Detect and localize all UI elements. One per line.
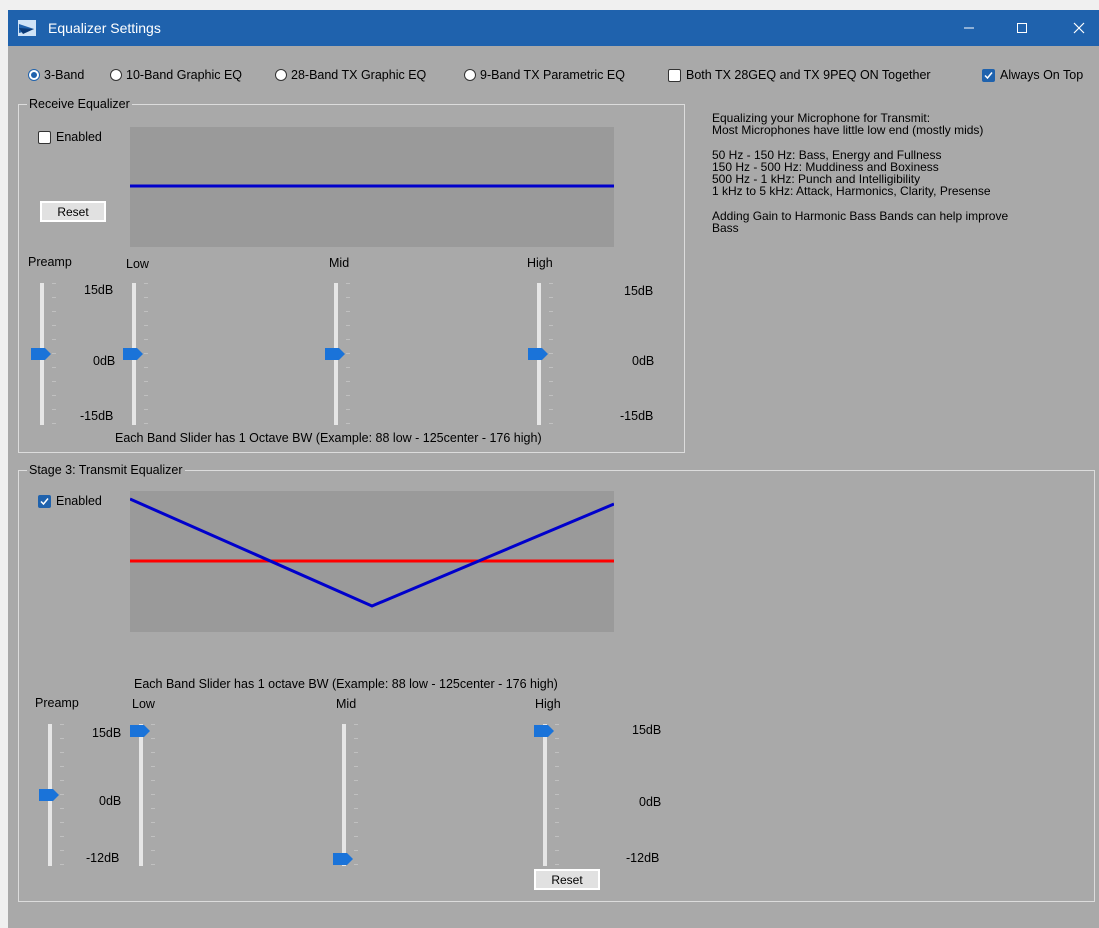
receive-preamp-slider[interactable] — [30, 283, 60, 425]
transmit-high-label: High — [535, 697, 561, 711]
radio-9-band-tx-parametric-eq[interactable]: 9-Band TX Parametric EQ — [464, 68, 625, 82]
equalizer-window: Equalizer Settings 3-Band 10-Band Graphi… — [8, 10, 1099, 928]
transmit-enabled-checkbox[interactable]: Enabled — [38, 494, 102, 508]
slider-thumb[interactable] — [324, 347, 346, 361]
info-line: 1 kHz to 5 kHz: Attack, Harmonics, Clari… — [712, 184, 991, 198]
checkbox-always-on-top[interactable]: Always On Top — [982, 68, 1083, 82]
radio-label: 28-Band TX Graphic EQ — [291, 68, 427, 82]
transmit-preamp-slider[interactable] — [38, 724, 68, 866]
slider-thumb[interactable] — [30, 347, 52, 361]
slider-track[interactable] — [342, 724, 346, 866]
radio-28-band-tx-graphic-eq[interactable]: 28-Band TX Graphic EQ — [275, 68, 426, 82]
slider-thumb[interactable] — [332, 852, 354, 866]
transmit-right-scale-mid: 0dB — [639, 795, 662, 809]
transmit-bandwidth-note: Each Band Slider has 1 octave BW (Exampl… — [134, 677, 558, 691]
window-title: Equalizer Settings — [48, 20, 161, 36]
receive-right-scale-bottom: -15dB — [620, 409, 654, 423]
checkbox-indicator[interactable] — [38, 494, 51, 508]
radio-indicator[interactable] — [275, 69, 287, 81]
radio-label: 3-Band — [44, 68, 85, 82]
slider-thumb[interactable] — [527, 347, 549, 361]
slider-ticks — [60, 724, 64, 866]
slider-ticks — [354, 724, 358, 866]
slider-ticks — [346, 283, 350, 425]
maximize-button[interactable] — [999, 10, 1045, 46]
close-button[interactable] — [1056, 10, 1099, 46]
transmit-mid-slider[interactable] — [332, 724, 362, 866]
receive-high-label: High — [527, 256, 553, 270]
checkbox-label: Always On Top — [1000, 68, 1084, 82]
info-line: Most Microphones have little low end (mo… — [712, 123, 984, 137]
receive-right-scale-top: 15dB — [624, 284, 654, 298]
slider-ticks — [151, 724, 155, 866]
receive-enabled-checkbox[interactable]: Enabled — [38, 130, 102, 144]
radio-3-band[interactable]: 3-Band — [28, 68, 84, 82]
transmit-high-slider[interactable] — [533, 724, 563, 866]
slider-ticks — [144, 283, 148, 425]
radio-label: 10-Band Graphic EQ — [126, 68, 243, 82]
radio-10-band-graphic-eq[interactable]: 10-Band Graphic EQ — [110, 68, 242, 82]
receive-eq-curve-plot — [130, 127, 614, 247]
slider-track[interactable] — [139, 724, 143, 866]
checkbox-label: Enabled — [56, 130, 102, 144]
transmit-right-scale-top: 15dB — [632, 723, 662, 737]
minimize-button[interactable] — [946, 10, 992, 46]
transmit-left-scale-mid: 0dB — [99, 794, 122, 808]
info-line: Bass — [712, 221, 739, 235]
slider-ticks — [52, 283, 56, 425]
transmit-reset-button[interactable]: Reset — [534, 869, 600, 890]
checkbox-label: Enabled — [56, 494, 102, 508]
maximize-icon — [1017, 23, 1027, 33]
transmit-low-label: Low — [132, 697, 155, 711]
receive-left-scale-top: 15dB — [84, 283, 114, 297]
slider-thumb[interactable] — [122, 347, 144, 361]
info-line: Adding Gain to Harmonic Bass Bands can h… — [712, 209, 1009, 223]
receive-preamp-label: Preamp — [28, 255, 72, 269]
group-legend: Receive Equalizer — [27, 97, 132, 111]
info-text: Equalizing your Microphone for Transmit:… — [712, 112, 1008, 234]
slider-thumb[interactable] — [38, 788, 60, 802]
receive-left-scale-bottom: -15dB — [80, 409, 114, 423]
receive-curve-svg — [130, 184, 614, 188]
transmit-low-slider[interactable] — [129, 724, 159, 866]
receive-left-scale-mid: 0dB — [93, 354, 116, 368]
slider-thumb[interactable] — [533, 724, 555, 738]
receive-bandwidth-note: Each Band Slider has 1 Octave BW (Exampl… — [115, 431, 542, 445]
radio-label: 9-Band TX Parametric EQ — [480, 68, 625, 82]
transmit-eq-curve — [129, 497, 615, 608]
transmit-left-scale-bottom: -12dB — [86, 851, 120, 865]
checkbox-indicator[interactable] — [38, 130, 51, 144]
checkmark-icon — [984, 71, 993, 79]
transmit-right-scale-bottom: -12dB — [626, 851, 660, 865]
receive-low-slider[interactable] — [122, 283, 152, 425]
app-icon — [18, 20, 36, 36]
title-bar[interactable]: Equalizer Settings — [8, 10, 1099, 46]
slider-thumb[interactable] — [129, 724, 151, 738]
checkbox-both-tx-eq-together[interactable]: Both TX 28GEQ and TX 9PEQ ON Together — [668, 68, 931, 82]
minimize-icon — [964, 27, 974, 29]
receive-low-label: Low — [126, 257, 149, 271]
group-legend: Stage 3: Transmit Equalizer — [27, 463, 185, 477]
transmit-curve-svg — [129, 497, 615, 608]
checkbox-indicator[interactable] — [668, 68, 681, 82]
radio-indicator[interactable] — [28, 69, 40, 81]
slider-track[interactable] — [543, 724, 547, 866]
checkbox-label: Both TX 28GEQ and TX 9PEQ ON Together — [686, 68, 931, 82]
transmit-preamp-label: Preamp — [35, 696, 79, 710]
radio-indicator[interactable] — [464, 69, 476, 81]
receive-mid-slider[interactable] — [324, 283, 354, 425]
receive-right-scale-mid: 0dB — [632, 354, 655, 368]
checkbox-indicator[interactable] — [982, 68, 995, 82]
transmit-eq-curve-plot — [129, 491, 615, 632]
transmit-mid-label: Mid — [336, 697, 357, 711]
slider-ticks — [555, 724, 559, 866]
receive-mid-label: Mid — [329, 256, 350, 270]
slider-ticks — [549, 283, 553, 425]
close-icon — [1073, 22, 1085, 34]
radio-indicator[interactable] — [110, 69, 122, 81]
transmit-left-scale-top: 15dB — [92, 726, 122, 740]
receive-high-slider[interactable] — [527, 283, 557, 425]
receive-reset-button[interactable]: Reset — [40, 201, 106, 222]
checkmark-icon — [40, 497, 49, 505]
